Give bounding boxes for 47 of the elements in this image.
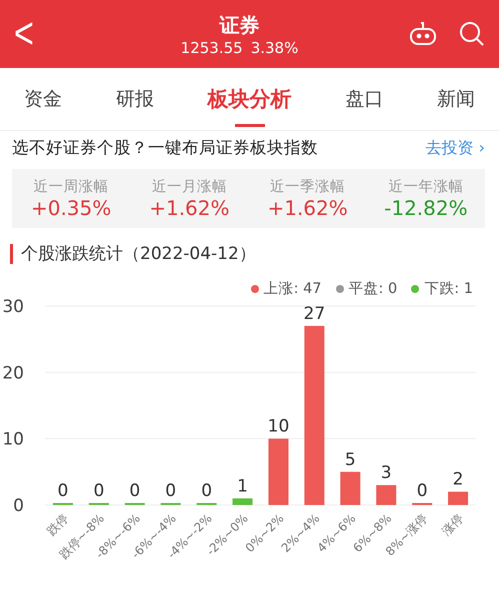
legend-label: 平盘: 0 (348, 280, 398, 298)
y-tick: 20 (2, 363, 24, 384)
index-price: 1253.55 (180, 38, 243, 56)
section-marker (10, 244, 13, 264)
x-label: 涨停 (439, 511, 466, 538)
bar (376, 485, 396, 505)
section-title: 个股涨跌统计（2022-04-12） (21, 243, 256, 265)
bar-value: 0 (129, 481, 140, 501)
bar (268, 438, 288, 505)
tab[interactable]: 盘口 (345, 76, 384, 122)
bar-value: 3 (380, 463, 392, 484)
bar-value: 0 (165, 481, 176, 501)
y-tick: 30 (2, 298, 24, 317)
index-change: 3.38% (250, 38, 298, 56)
x-label: 跌停 (44, 511, 72, 538)
bar (340, 472, 360, 505)
y-tick: 10 (2, 430, 24, 450)
stat-value: +0.35% (30, 196, 112, 220)
bar-value: 1 (237, 476, 248, 496)
tab[interactable]: 研报 (116, 76, 154, 122)
legend-label: 上涨: 47 (264, 280, 322, 298)
stat-label: 近一季涨幅 (270, 178, 346, 196)
bar-value: 27 (304, 304, 326, 324)
stat-value: +1.62% (149, 196, 230, 220)
bar (448, 492, 468, 505)
tab[interactable]: 新闻 (437, 76, 475, 122)
bar-value: 5 (344, 450, 356, 470)
bar-value: 10 (268, 416, 290, 437)
bar-value: 0 (416, 481, 428, 501)
bar-value: 2 (452, 470, 464, 490)
stat-label: 近一年涨幅 (388, 178, 464, 196)
robot-icon[interactable] (409, 21, 437, 47)
stat-value: +1.62% (267, 196, 348, 220)
stat-label: 近一月涨幅 (152, 178, 227, 196)
tab[interactable]: 资金 (24, 76, 62, 122)
legend-label: 下跌: 1 (424, 280, 473, 298)
stat-label: 近一周涨幅 (34, 178, 109, 196)
search-icon[interactable] (459, 21, 485, 47)
stat-value: -12.82% (384, 196, 468, 220)
bar-value: 0 (93, 481, 104, 501)
promo-text: 选不好证券个股？一键布局证券板块指数 (12, 137, 318, 159)
bar (232, 498, 253, 505)
page-title: 证券 (220, 12, 260, 38)
back-button[interactable]: < (14, 8, 74, 60)
bar-value: 0 (58, 481, 68, 501)
y-tick: 0 (13, 496, 24, 516)
bar-value: 0 (201, 481, 212, 501)
